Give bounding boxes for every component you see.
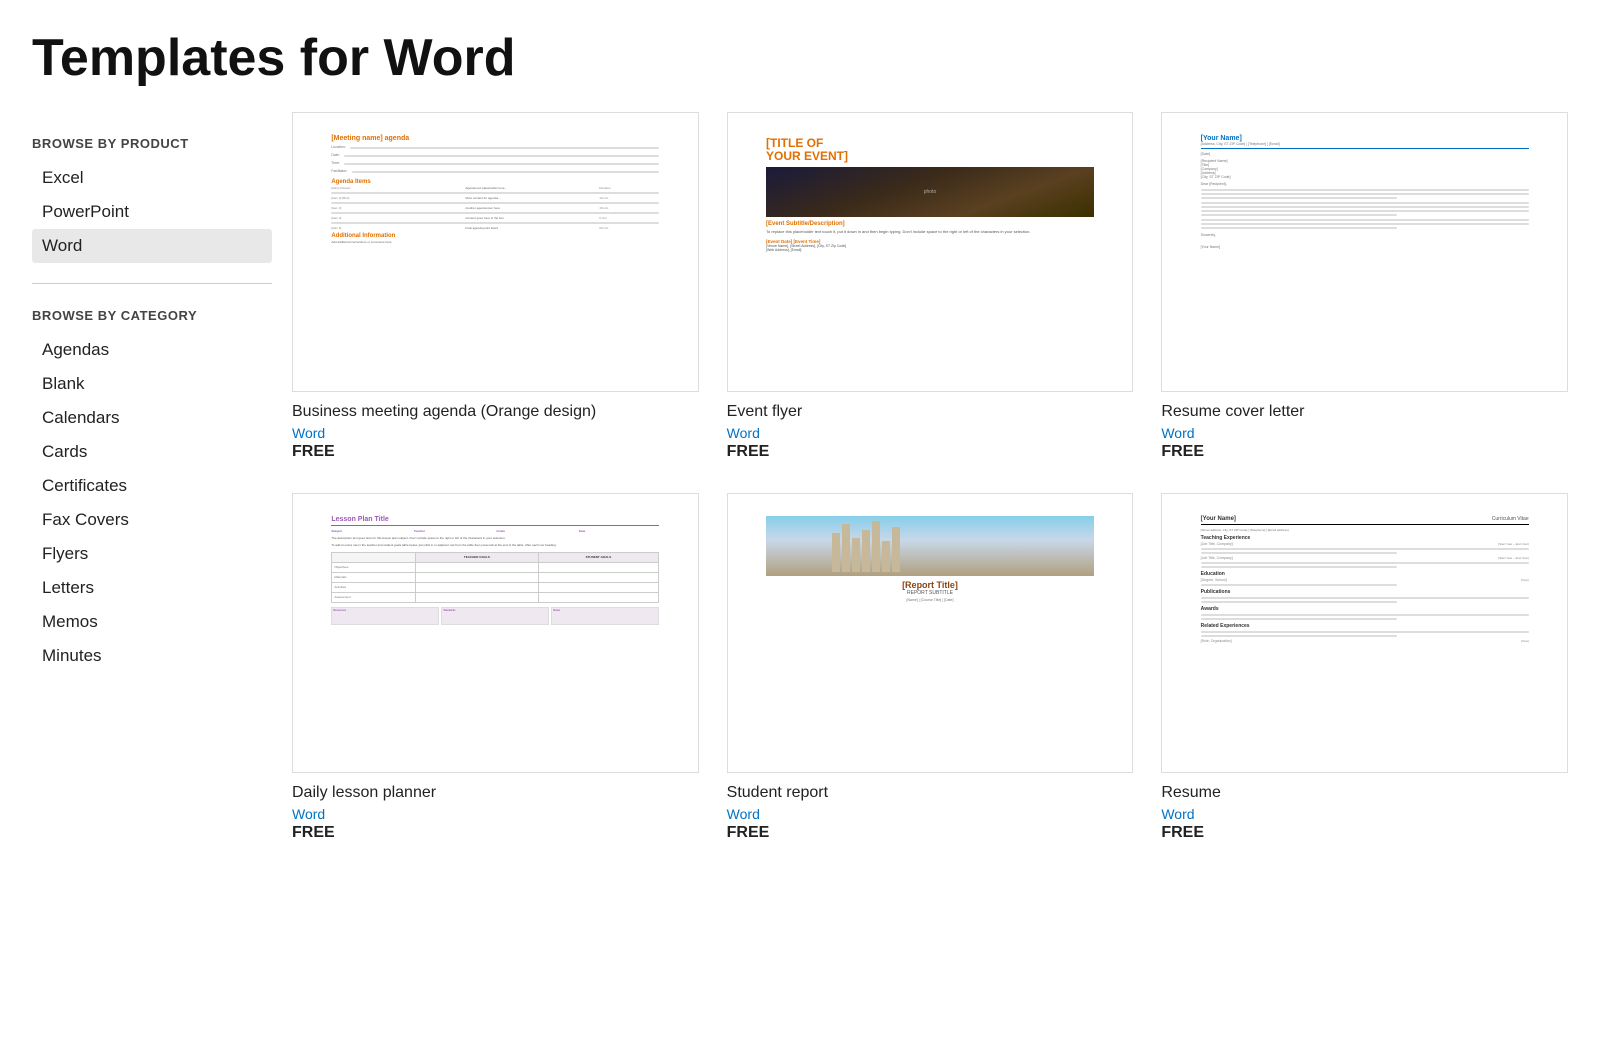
template-product-resume: Word <box>1161 806 1568 822</box>
template-product-agenda: Word <box>292 425 699 441</box>
template-price-lesson-planner: FREE <box>292 824 699 842</box>
template-product-cover-letter: Word <box>1161 425 1568 441</box>
template-name-agenda: Business meeting agenda (Orange design) <box>292 402 699 423</box>
template-thumbnail-event-flyer: [TITLE OFYOUR EVENT] photo [Event Subtit… <box>727 112 1134 392</box>
template-name-student-report: Student report <box>727 783 1134 804</box>
template-name-resume: Resume <box>1161 783 1568 804</box>
sidebar-category-minutes[interactable]: Minutes <box>32 639 272 673</box>
sidebar: BROWSE BY PRODUCT Excel PowerPoint Word … <box>32 112 292 882</box>
sidebar-product-word[interactable]: Word <box>32 229 272 263</box>
template-thumbnail-lesson-planner: Lesson Plan Title Subject Teacher Grade … <box>292 493 699 773</box>
sidebar-category-cards[interactable]: Cards <box>32 435 272 469</box>
browse-by-product-label: BROWSE BY PRODUCT <box>32 136 272 151</box>
template-price-resume: FREE <box>1161 824 1568 842</box>
template-price-student-report: FREE <box>727 824 1134 842</box>
template-thumbnail-resume: [Your Name] Curriculum Vitae [Street add… <box>1161 493 1568 773</box>
template-product-student-report: Word <box>727 806 1134 822</box>
browse-by-category-label: BROWSE BY CATEGORY <box>32 308 272 323</box>
template-price-cover-letter: FREE <box>1161 443 1568 461</box>
content-grid: [Meeting name] agenda Location: Date: Ti… <box>292 112 1568 882</box>
template-card-cover-letter[interactable]: [Your Name] [Address, City, ST ZIP Code]… <box>1161 112 1568 461</box>
template-card-student-report[interactable]: [Report Title] REPORT SUBTITLE [Name] | … <box>727 493 1134 842</box>
sidebar-category-fax-covers[interactable]: Fax Covers <box>32 503 272 537</box>
main-layout: BROWSE BY PRODUCT Excel PowerPoint Word … <box>0 112 1600 882</box>
template-card-event-flyer[interactable]: [TITLE OFYOUR EVENT] photo [Event Subtit… <box>727 112 1134 461</box>
template-thumbnail-student-report: [Report Title] REPORT SUBTITLE [Name] | … <box>727 493 1134 773</box>
sidebar-product-powerpoint[interactable]: PowerPoint <box>32 195 272 229</box>
template-price-agenda: FREE <box>292 443 699 461</box>
template-name-cover-letter: Resume cover letter <box>1161 402 1568 423</box>
sidebar-category-certificates[interactable]: Certificates <box>32 469 272 503</box>
sidebar-category-flyers[interactable]: Flyers <box>32 537 272 571</box>
template-card-lesson-planner[interactable]: Lesson Plan Title Subject Teacher Grade … <box>292 493 699 842</box>
template-card-agenda[interactable]: [Meeting name] agenda Location: Date: Ti… <box>292 112 699 461</box>
template-card-resume[interactable]: [Your Name] Curriculum Vitae [Street add… <box>1161 493 1568 842</box>
template-thumbnail-agenda: [Meeting name] agenda Location: Date: Ti… <box>292 112 699 392</box>
sidebar-divider <box>32 283 272 284</box>
template-thumbnail-cover-letter: [Your Name] [Address, City, ST ZIP Code]… <box>1161 112 1568 392</box>
template-name-event-flyer: Event flyer <box>727 402 1134 423</box>
template-product-event-flyer: Word <box>727 425 1134 441</box>
sidebar-category-memos[interactable]: Memos <box>32 605 272 639</box>
template-price-event-flyer: FREE <box>727 443 1134 461</box>
sidebar-category-agendas[interactable]: Agendas <box>32 333 272 367</box>
page-title: Templates for Word <box>0 0 1600 112</box>
sidebar-category-blank[interactable]: Blank <box>32 367 272 401</box>
sidebar-category-calendars[interactable]: Calendars <box>32 401 272 435</box>
sidebar-product-excel[interactable]: Excel <box>32 161 272 195</box>
sidebar-category-letters[interactable]: Letters <box>32 571 272 605</box>
template-name-lesson-planner: Daily lesson planner <box>292 783 699 804</box>
template-product-lesson-planner: Word <box>292 806 699 822</box>
